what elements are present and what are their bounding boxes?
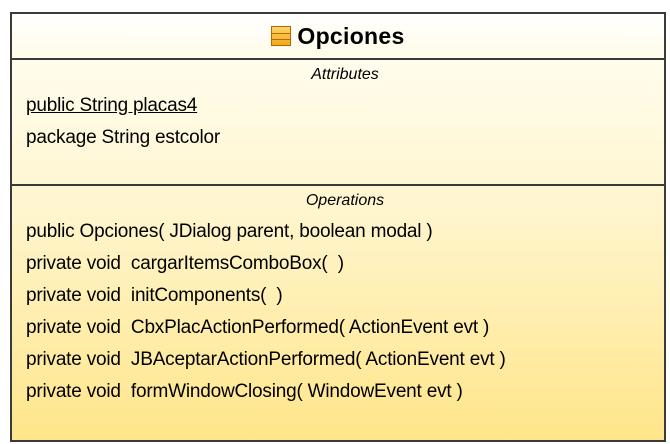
operation-cbx-plac-action: private void CbxPlacActionPerformed( Act… [26, 317, 490, 338]
operation-cargar-items-combobox: private void cargarItemsComboBox( ) [26, 253, 344, 274]
operation-jb-aceptar-action: private void JBAceptarActionPerformed( A… [26, 349, 506, 370]
operation-form-window-closing: private void formWindowClosing( WindowEv… [26, 381, 463, 402]
class-header: Opciones [12, 14, 664, 60]
operation-constructor: public Opciones( JDialog parent, boolean… [26, 221, 433, 242]
operation-init-components: private void initComponents( ) [26, 285, 283, 306]
class-name: Opciones [297, 22, 405, 49]
operations-section: Operations public Opciones( JDialog pare… [12, 186, 664, 408]
attribute-estcolor: package String estcolor [26, 127, 220, 148]
attributes-section: Attributes public String placas4 package… [12, 60, 664, 186]
attribute-placas4: public String placas4 [26, 95, 198, 116]
operations-title: Operations [305, 192, 385, 209]
class-icon [271, 26, 292, 46]
attributes-title: Attributes [311, 66, 379, 83]
uml-class-box[interactable]: Opciones Attributes public String placas… [10, 12, 666, 442]
